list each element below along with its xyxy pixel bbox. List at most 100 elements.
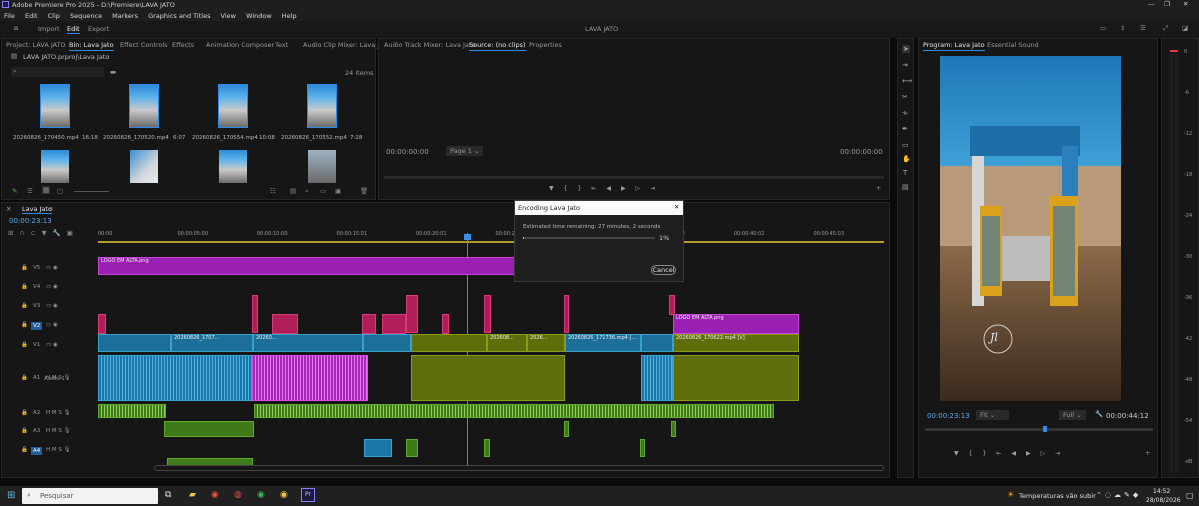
v1-clip[interactable] — [641, 334, 673, 352]
go-out-icon[interactable]: ⇥ — [1055, 450, 1070, 457]
v2-clip[interactable] — [382, 314, 406, 334]
track-lock-icon[interactable]: 🔒 — [21, 265, 28, 271]
a2-clip[interactable] — [98, 404, 166, 418]
clip-thumbnail[interactable] — [130, 150, 158, 183]
add-button-icon[interactable]: + — [1145, 449, 1150, 457]
tab-import[interactable]: Import — [38, 25, 60, 33]
cancel-button[interactable]: Cancel — [651, 265, 676, 275]
v1-clip[interactable]: 20260... — [253, 334, 363, 352]
tab-program[interactable]: Program: Lava Jato — [923, 40, 985, 51]
play-icon[interactable]: ▶ — [1026, 450, 1041, 457]
dialog-close-icon[interactable]: ✕ — [674, 203, 679, 211]
selection-tool-icon[interactable]: ➤ — [902, 45, 910, 53]
freeform-view-icon[interactable]: ▢ — [57, 187, 63, 195]
menu-window[interactable]: Window — [246, 12, 272, 20]
track-v4-label[interactable]: V4 — [33, 284, 40, 290]
tab-project[interactable]: Project: LAVA JATO — [6, 40, 66, 50]
v1-clip[interactable]: 20260826_170622.mp4 [V] — [673, 334, 799, 352]
marker-icon[interactable]: ▼ — [549, 185, 564, 192]
quality-dropdown[interactable]: Full ⌄ — [1059, 410, 1086, 420]
pen-tool-icon[interactable]: ✒ — [902, 125, 908, 133]
track-mute-solo-icons[interactable]: H M S 🎙 — [46, 447, 71, 453]
a1-clip[interactable] — [98, 355, 252, 401]
program-timecode-left[interactable]: 00:00:23:13 — [927, 412, 970, 420]
share-icon[interactable]: ⇪ — [1120, 24, 1125, 32]
chrome-icon[interactable]: ◉ — [280, 490, 288, 500]
task-view-icon[interactable]: ⧉ — [165, 490, 171, 500]
v5-logo-clip[interactable]: LOGO EM ALTA.png — [98, 257, 516, 275]
tab-bin[interactable]: Bin: Lava Jato — [69, 40, 114, 51]
play-icon[interactable]: ▶ — [621, 185, 636, 192]
captions-icon[interactable]: ▣ — [67, 229, 79, 237]
step-back-icon[interactable]: ◀ — [1011, 450, 1026, 457]
quick-export-icon[interactable]: ▭ — [1100, 24, 1106, 32]
v1-clip[interactable]: 20260826_171736.mp4 [... — [565, 334, 641, 352]
menu-graphics[interactable]: Graphics and Titles — [148, 12, 210, 20]
track-a4-label[interactable]: A4 — [31, 447, 43, 455]
track-lock-icon[interactable]: 🔒 — [21, 342, 28, 348]
a3-clip[interactable] — [164, 421, 254, 437]
v3-clip[interactable] — [484, 295, 491, 333]
a4-clip[interactable] — [484, 439, 490, 457]
nest-icon[interactable]: ⊞ — [8, 229, 19, 237]
add-button-icon[interactable]: + — [876, 184, 881, 192]
snap-icon[interactable]: ∩ — [19, 229, 30, 237]
in-icon[interactable]: { — [969, 450, 983, 457]
tab-effects[interactable]: Effects — [172, 40, 194, 50]
a3-clip[interactable] — [564, 421, 569, 437]
marker-icon[interactable]: ▼ — [954, 450, 969, 457]
menu-help[interactable]: Help — [282, 12, 297, 20]
playhead-head[interactable] — [464, 234, 471, 240]
tab-audio-track-mixer[interactable]: Audio Track Mixer: Lava Jato — [384, 40, 475, 50]
go-in-icon[interactable]: ⇤ — [996, 450, 1011, 457]
program-timecode-right[interactable]: 00:00:44:12 — [1106, 412, 1149, 420]
maximize-icon[interactable]: ❐ — [1164, 0, 1170, 8]
start-icon[interactable]: ⊞ — [7, 490, 15, 501]
timeline-scrollbar[interactable] — [154, 465, 884, 471]
track-a3-label[interactable]: A3 — [33, 428, 40, 434]
clip-thumbnail[interactable] — [307, 84, 337, 128]
type-tool-icon[interactable]: T — [903, 169, 907, 177]
track-lock-icon[interactable]: 🔒 — [21, 284, 28, 290]
minimize-icon[interactable]: — — [1148, 0, 1155, 8]
marker-add-icon[interactable]: ▼ — [42, 229, 53, 237]
go-in-icon[interactable]: ⇤ — [591, 185, 606, 192]
wrench-icon[interactable]: 🔧 — [53, 229, 67, 237]
find-icon[interactable]: ⌕ — [305, 187, 309, 196]
menu-edit[interactable]: Edit — [25, 12, 38, 20]
clip-thumbnail[interactable] — [41, 150, 69, 183]
clip-thumbnail[interactable] — [218, 84, 248, 128]
close-icon[interactable]: ✕ — [1183, 0, 1188, 8]
track-mute-solo-icons[interactable]: H M S 🎙 — [46, 410, 71, 416]
out-icon[interactable]: } — [982, 450, 996, 457]
fit-dropdown[interactable]: Fit ⌄ — [976, 410, 1009, 420]
tab-source[interactable]: Source: (no clips) — [469, 40, 526, 51]
hand-tool-icon[interactable]: ✋ — [902, 155, 911, 163]
out-icon[interactable]: } — [577, 185, 591, 192]
clock-date[interactable]: 28/08/2026 — [1146, 497, 1181, 504]
track-lock-icon[interactable]: 🔒 — [21, 447, 28, 453]
search-input[interactable]: ⌕ — [11, 67, 104, 77]
v1-clip[interactable]: 202608... — [487, 334, 527, 352]
v1-clip[interactable]: 20260826_1707... — [171, 334, 253, 352]
menu-clip[interactable]: Clip — [48, 12, 60, 20]
new-item-icon[interactable]: ▣ — [335, 187, 341, 195]
tab-animation-composer[interactable]: Animation Composer — [206, 40, 274, 50]
track-toggle-icons[interactable]: ▭ ◉ — [46, 284, 58, 290]
in-icon[interactable]: { — [564, 185, 578, 192]
chrome-icon[interactable]: ◉ — [211, 490, 219, 500]
track-mute-solo-icons[interactable]: H M S 🎙 — [46, 428, 71, 434]
settings-wrench-icon[interactable]: 🔧 — [1095, 410, 1103, 418]
track-a1-label[interactable]: A1 — [33, 375, 40, 381]
menu-markers[interactable]: Markers — [112, 12, 138, 20]
clip-thumbnail[interactable] — [40, 84, 70, 128]
v1-clip[interactable]: 2026... — [527, 334, 565, 352]
close-sequence-icon[interactable]: ✕ — [6, 205, 11, 213]
track-lock-icon[interactable]: 🔒 — [21, 322, 28, 328]
v2-clip[interactable] — [362, 314, 376, 334]
a1-clip[interactable] — [641, 355, 673, 401]
v2-logo-clip[interactable]: LOGO EM ALTA.png — [673, 314, 799, 334]
track-a2-label[interactable]: A2 — [33, 410, 40, 416]
notifications-icon[interactable]: ◪ — [1182, 24, 1188, 32]
step-back-icon[interactable]: ◀ — [606, 185, 621, 192]
